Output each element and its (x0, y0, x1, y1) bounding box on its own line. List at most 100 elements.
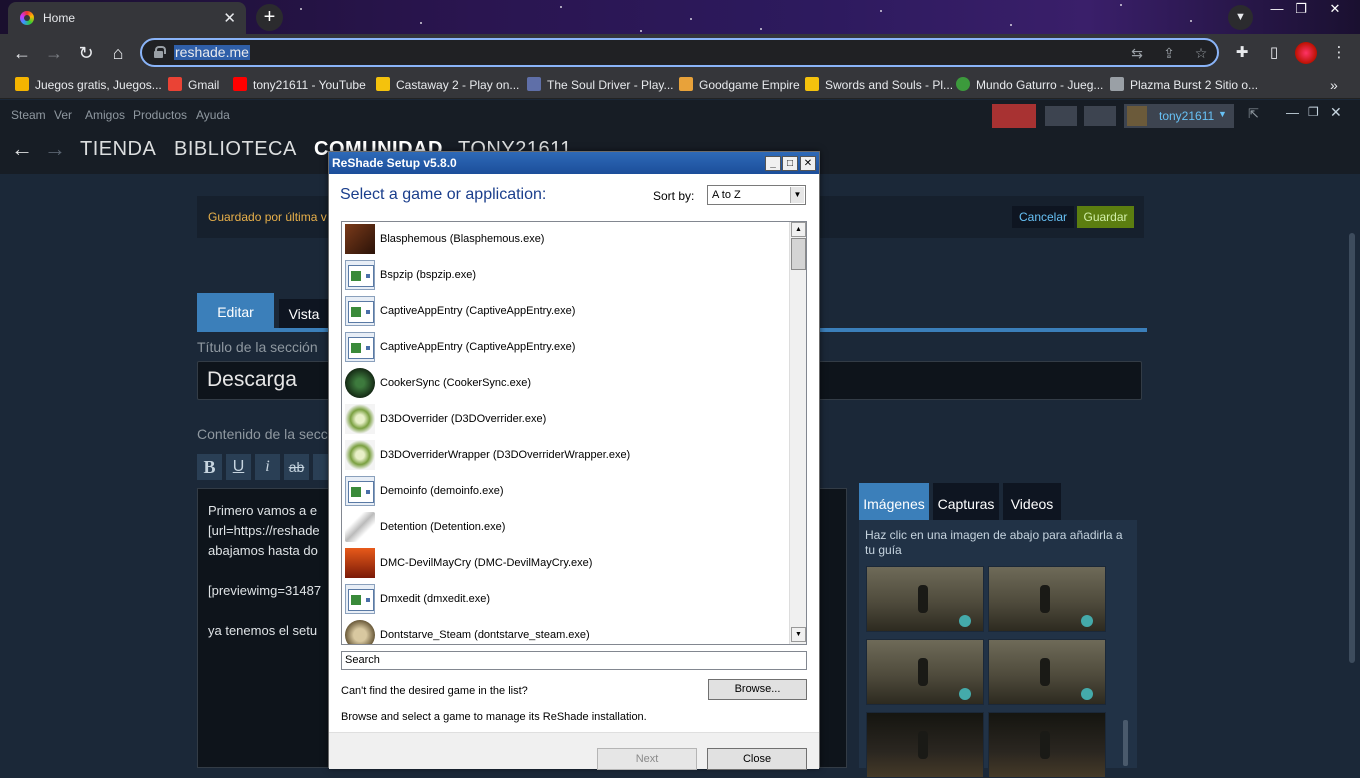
reload-icon[interactable]: ↻ (73, 40, 99, 66)
list-item[interactable]: CaptiveAppEntry (CaptiveAppEntry.exe) (342, 294, 789, 330)
menu-ayuda[interactable]: Ayuda (196, 108, 230, 122)
steam-minimize-icon[interactable]: — (1286, 105, 1300, 120)
list-item[interactable]: D3DOverrider (D3DOverrider.exe) (342, 402, 789, 438)
nav-tienda[interactable]: TIENDA (80, 138, 156, 161)
dialog-title-bar[interactable]: ReShade Setup v5.8.0 _ □ ✕ (329, 152, 819, 174)
plane-icon (345, 512, 375, 542)
bookmark-item[interactable]: The Soul Driver - Play... (527, 77, 673, 93)
side-panel-icon[interactable]: ▯ (1262, 41, 1286, 65)
share-icon[interactable]: ⇪ (1159, 45, 1179, 63)
sort-select[interactable]: A to Z ▼ (707, 185, 806, 205)
close-tab-icon[interactable]: ✕ (223, 9, 236, 27)
page-scrollbar[interactable] (1349, 233, 1355, 663)
list-item[interactable]: D3DOverriderWrapper (D3DOverriderWrapper… (342, 438, 789, 474)
menu-ver[interactable]: Ver (54, 108, 72, 122)
game-list[interactable]: Blasphemous (Blasphemous.exe) Bspzip (bs… (341, 221, 807, 645)
media-scrollbar[interactable] (1123, 720, 1128, 766)
tab-imagenes[interactable]: Imágenes (859, 483, 929, 521)
notifications-icon[interactable] (1084, 106, 1116, 126)
list-item[interactable]: Dontstarve_Steam (dontstarve_steam.exe) (342, 618, 789, 644)
list-item[interactable]: DMC-DevilMayCry (DMC-DevilMayCry.exe) (342, 546, 789, 582)
menu-productos[interactable]: Productos (133, 108, 187, 122)
sort-value: A to Z (712, 189, 741, 201)
bookmark-item[interactable]: Plazma Burst 2 Sitio o... (1110, 77, 1258, 93)
close-window-icon[interactable]: ✕ (1320, 0, 1350, 20)
chrome-menu-icon[interactable]: ⋮ (1327, 41, 1351, 65)
tab-videos[interactable]: Videos (1003, 483, 1061, 521)
user-account-menu[interactable]: tony21611 ▼ (1124, 104, 1234, 128)
menu-steam[interactable]: Steam (11, 108, 46, 122)
browser-toolbar: ← → ↻ ⌂ reshade.me ⇆ ⇪ ☆ ✚ ▯ ⋮ (0, 34, 1360, 71)
friends-icon[interactable] (992, 104, 1036, 128)
extensions-puzzle-icon[interactable]: ✚ (1230, 41, 1254, 65)
announcements-icon[interactable] (1045, 106, 1077, 126)
italic-button[interactable]: i (255, 454, 280, 480)
list-item[interactable]: Bspzip (bspzip.exe) (342, 258, 789, 294)
tab-edit[interactable]: Editar (197, 293, 274, 332)
screenshot-thumbnail[interactable] (988, 712, 1106, 778)
media-tabs: Imágenes Capturas Videos (859, 483, 1137, 521)
list-item[interactable]: Dmxedit (dmxedit.exe) (342, 582, 789, 618)
link-icon[interactable] (313, 454, 329, 480)
plazma-icon (1110, 77, 1124, 91)
list-item[interactable]: Blasphemous (Blasphemous.exe) (342, 222, 789, 258)
next-button[interactable]: Next (597, 748, 697, 770)
save-button[interactable]: Guardar (1077, 206, 1134, 228)
cant-find-text: Can't find the desired game in the list? (341, 685, 528, 697)
bookmark-item[interactable]: Swords and Souls - Pl... (805, 77, 953, 93)
menu-amigos[interactable]: Amigos (85, 108, 125, 122)
address-bar[interactable]: reshade.me ⇆ ⇪ ☆ (140, 38, 1219, 67)
nav-biblioteca[interactable]: BIBLIOTECA (174, 138, 297, 161)
list-item[interactable]: CaptiveAppEntry (CaptiveAppEntry.exe) (342, 330, 789, 366)
bold-button[interactable]: B (197, 454, 222, 480)
screenshot-thumbnail[interactable] (866, 712, 984, 778)
bookmark-item[interactable]: Mundo Gaturro - Jueg... (956, 77, 1103, 93)
underline-button[interactable]: U (226, 454, 251, 480)
steam-restore-icon[interactable]: ❐ (1308, 105, 1322, 119)
dialog-minimize-icon[interactable]: _ (765, 156, 781, 171)
home-icon[interactable]: ⌂ (105, 40, 131, 66)
steam-close-icon[interactable]: ✕ (1330, 104, 1344, 121)
list-item[interactable]: Detention (Detention.exe) (342, 510, 789, 546)
screenshot-thumbnail[interactable] (988, 566, 1106, 632)
screenshot-thumbnail[interactable] (866, 566, 984, 632)
browse-button[interactable]: Browse... (708, 679, 807, 700)
bookmark-item[interactable]: Castaway 2 - Play on... (376, 77, 519, 93)
screenshot-thumbnail[interactable] (988, 639, 1106, 705)
profile-avatar[interactable] (1295, 42, 1317, 64)
dontstarve-icon (345, 620, 375, 644)
url-text[interactable]: reshade.me (174, 45, 250, 60)
dialog-close-icon[interactable]: ✕ (800, 156, 816, 171)
tab-view[interactable]: Vista (279, 299, 329, 331)
scroll-up-icon[interactable]: ▲ (791, 222, 806, 237)
bookmark-item[interactable]: tony21611 - YouTube (233, 77, 366, 93)
bookmarks-overflow-icon[interactable]: » (1330, 77, 1338, 93)
tab-capturas[interactable]: Capturas (933, 483, 999, 521)
steam-back-arrow-icon[interactable]: ← (11, 136, 34, 162)
search-input[interactable]: Search (341, 651, 807, 670)
scroll-down-icon[interactable]: ▼ (791, 627, 806, 642)
list-scrollbar[interactable]: ▲ ▼ (789, 222, 806, 644)
screenshot-thumbnail[interactable] (866, 639, 984, 705)
forward-arrow-icon[interactable]: → (41, 40, 67, 66)
strikethrough-button[interactable]: ab (284, 454, 309, 480)
bookmark-item[interactable]: Goodgame Empire (679, 77, 800, 93)
translate-icon[interactable]: ⇆ (1127, 45, 1147, 63)
dialog-maximize-icon[interactable]: □ (782, 156, 798, 171)
scroll-thumb[interactable] (791, 238, 806, 270)
list-item[interactable]: Demoinfo (demoinfo.exe) (342, 474, 789, 510)
steam-forward-arrow-icon[interactable]: → (44, 136, 67, 162)
bookmark-item[interactable]: Juegos gratis, Juegos... (15, 77, 162, 93)
cancel-button[interactable]: Cancelar (1012, 206, 1074, 228)
new-tab-button[interactable]: + (256, 4, 283, 31)
back-arrow-icon[interactable]: ← (9, 40, 35, 66)
browser-tab-home[interactable]: Home ✕ (8, 2, 246, 34)
big-picture-icon[interactable]: ⇱ (1248, 106, 1268, 124)
crown-icon (15, 77, 29, 91)
bookmark-star-icon[interactable]: ☆ (1191, 45, 1211, 63)
tab-search-chevron-icon[interactable]: ▼ (1228, 5, 1253, 30)
list-item[interactable]: CookerSync (CookerSync.exe) (342, 366, 789, 402)
close-button[interactable]: Close (707, 748, 807, 770)
restore-window-icon[interactable]: ❐ (1286, 0, 1316, 20)
bookmark-item[interactable]: Gmail (168, 77, 219, 93)
